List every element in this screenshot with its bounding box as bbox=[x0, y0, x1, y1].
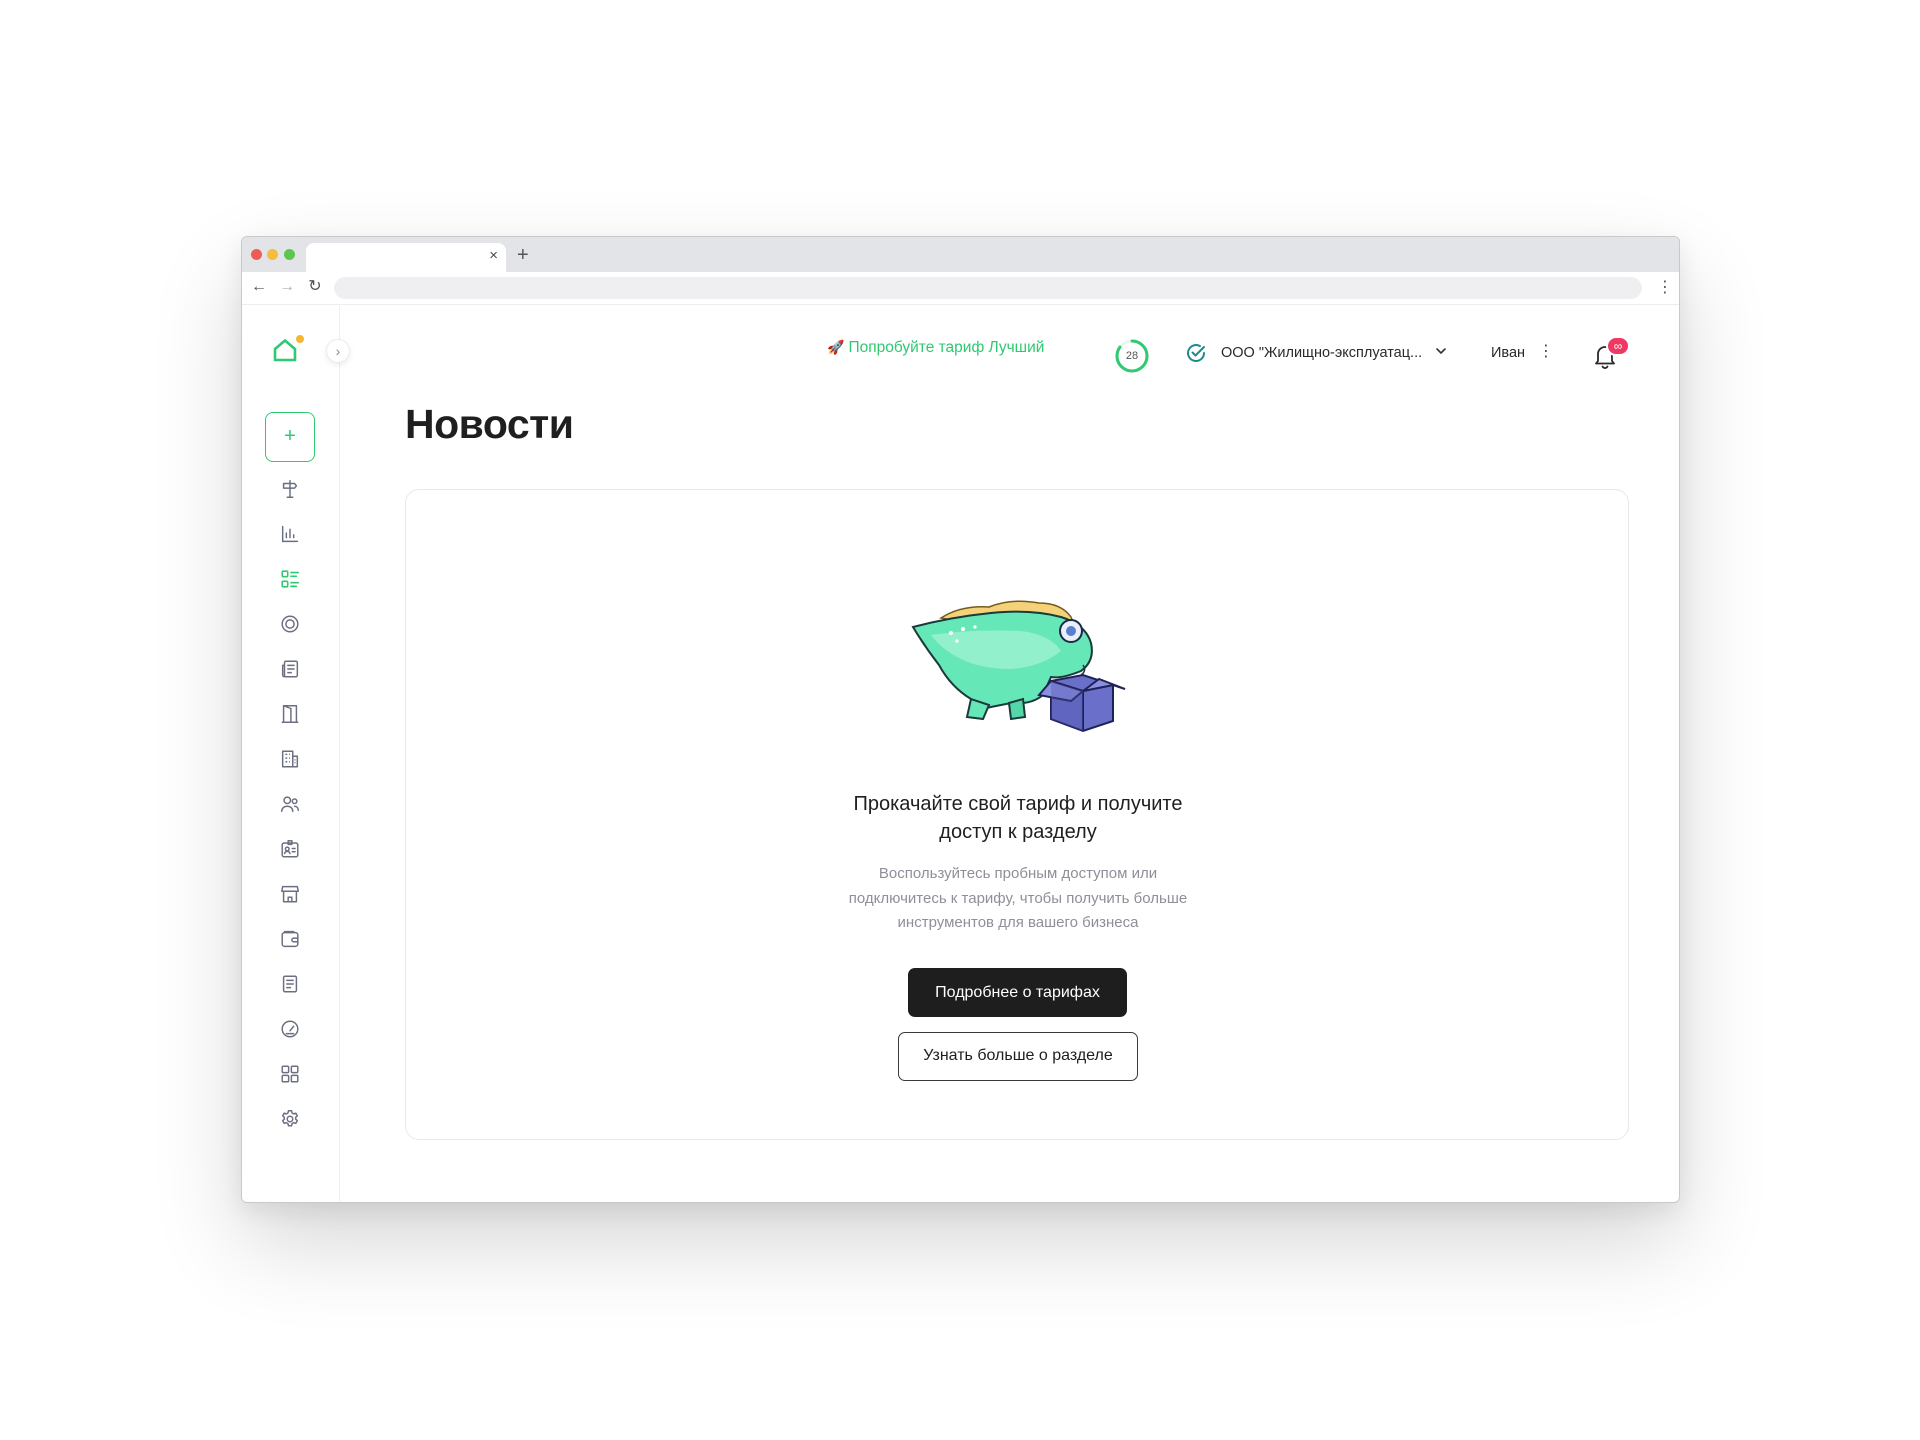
store-icon[interactable] bbox=[279, 883, 301, 905]
gauge-icon[interactable] bbox=[279, 1018, 301, 1040]
rocket-icon: 🚀 bbox=[827, 339, 845, 355]
id-badge-icon[interactable] bbox=[279, 838, 301, 860]
browser-menu-icon[interactable]: ⋮ bbox=[1657, 278, 1673, 298]
page-title: Новости bbox=[405, 401, 574, 447]
user-menu-icon[interactable]: ⋮ bbox=[1538, 344, 1554, 360]
bar-chart-icon[interactable] bbox=[279, 523, 301, 545]
dinosaur-mascot-illustration bbox=[911, 595, 1126, 735]
empty-state-title-line: доступ к разделу bbox=[939, 821, 1097, 843]
door-icon[interactable] bbox=[279, 703, 301, 725]
user-name[interactable]: Иван bbox=[1491, 345, 1525, 361]
tariffs-details-button[interactable]: Подробнее о тарифах bbox=[908, 968, 1127, 1017]
empty-state-title: Прокачайте свой тариф и получите доступ … bbox=[818, 790, 1218, 846]
logo-status-dot bbox=[296, 335, 304, 343]
window-minimize-dot[interactable] bbox=[267, 249, 278, 260]
building-icon[interactable] bbox=[279, 748, 301, 770]
browser-toolbar: ← → ↻ ⋮ bbox=[242, 272, 1679, 305]
promo-tariff-link[interactable]: 🚀 Попробуйте тариф Лучший bbox=[827, 339, 1044, 357]
document-icon[interactable] bbox=[279, 973, 301, 995]
empty-state-card: Прокачайте свой тариф и получите доступ … bbox=[405, 489, 1629, 1140]
empty-state-title-line: Прокачайте свой тариф и получите bbox=[853, 793, 1183, 815]
notifications-badge: ∞ bbox=[1606, 336, 1630, 356]
empty-state-text-line: инструментов для вашего бизнеса bbox=[897, 914, 1139, 931]
target-icon[interactable] bbox=[279, 613, 301, 635]
learn-more-section-button[interactable]: Узнать больше о разделе bbox=[898, 1032, 1138, 1081]
company-name: ООО "Жилищно-эксплуатац... bbox=[1221, 345, 1423, 361]
window-close-dot[interactable] bbox=[251, 249, 262, 260]
settings-icon[interactable] bbox=[279, 1108, 301, 1130]
signpost-icon[interactable] bbox=[279, 478, 301, 500]
apps-grid-icon[interactable] bbox=[279, 1063, 301, 1085]
empty-state-text-line: Воспользуйтесь пробным доступом или bbox=[878, 865, 1158, 882]
counter-value: 28 bbox=[1125, 350, 1139, 362]
address-bar[interactable] bbox=[334, 277, 1642, 299]
wallet-icon[interactable] bbox=[279, 928, 301, 950]
browser-tab-bar: × + bbox=[242, 237, 1679, 272]
browser-tab[interactable]: × bbox=[306, 243, 506, 272]
reload-icon[interactable]: ↻ bbox=[305, 277, 325, 297]
sidebar: › + bbox=[242, 306, 350, 1202]
main-content: 🚀 Попробуйте тариф Лучший 28 ООО "Жилищно… bbox=[340, 306, 1679, 1202]
promo-text: Попробуйте тариф Лучший bbox=[848, 339, 1045, 356]
add-button[interactable]: + bbox=[265, 412, 315, 462]
chevron-down-icon bbox=[1436, 348, 1446, 354]
users-icon[interactable] bbox=[279, 793, 301, 815]
trial-days-counter[interactable]: 28 bbox=[1114, 338, 1150, 374]
empty-state-text-line: подключитесь к тарифу, чтобы получить бо… bbox=[848, 889, 1188, 907]
tab-close-icon[interactable]: × bbox=[489, 248, 498, 264]
new-tab-icon[interactable]: + bbox=[517, 245, 529, 265]
sidebar-collapse-button[interactable]: › bbox=[326, 339, 350, 363]
forward-arrow-icon[interactable]: → bbox=[277, 277, 297, 297]
newspaper-icon[interactable] bbox=[279, 658, 301, 680]
empty-state-description: Воспользуйтесь пробным доступом или подк… bbox=[818, 862, 1218, 936]
home-logo-icon[interactable] bbox=[272, 337, 298, 363]
back-arrow-icon[interactable]: ← bbox=[249, 277, 269, 297]
news-list-icon[interactable] bbox=[279, 568, 301, 590]
browser-window: × + ← → ↻ ⋮ › + 🚀 Попробуйте тариф Лучши… bbox=[241, 236, 1680, 1203]
verified-check-icon bbox=[1187, 344, 1206, 362]
window-maximize-dot[interactable] bbox=[284, 249, 295, 260]
